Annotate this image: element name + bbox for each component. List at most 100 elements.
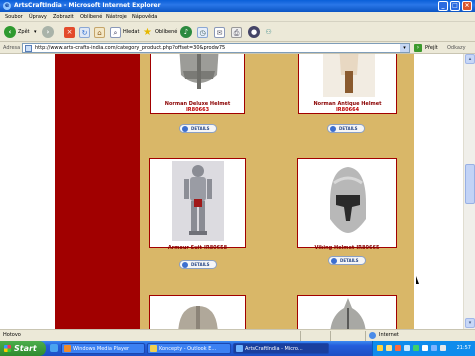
tray-icon[interactable]: [413, 345, 419, 351]
tray-icon[interactable]: [422, 345, 428, 351]
product-code: IR80663: [185, 107, 210, 113]
tray-icon[interactable]: [377, 345, 383, 351]
discuss-button[interactable]: ⚇: [263, 25, 274, 39]
print-icon: ⎙: [231, 26, 242, 38]
back-arrow-icon: ‹: [4, 26, 16, 38]
back-label: Zpět: [18, 29, 30, 35]
maximize-button[interactable]: □: [450, 1, 460, 11]
address-bar: Adresa http://www.arts-crafts-india.com/…: [0, 42, 475, 54]
scroll-up-icon[interactable]: ▴: [465, 54, 475, 64]
address-input[interactable]: http://www.arts-crafts-india.com/categor…: [22, 43, 410, 53]
tray-icon[interactable]: [386, 345, 392, 351]
mail-icon: ✉: [214, 26, 225, 38]
forward-arrow-icon: ›: [42, 26, 54, 38]
taskbar-item-artscraftindia[interactable]: ArtsCraftIndia - Micro...: [233, 343, 329, 354]
page-icon: [25, 45, 32, 52]
forward-button[interactable]: ›: [42, 25, 54, 39]
ie-icon: [236, 345, 243, 352]
history-icon: ◷: [197, 26, 208, 38]
status-divider: [330, 331, 331, 341]
go-arrow-icon[interactable]: ›: [414, 44, 422, 52]
menu-item-help[interactable]: Nápověda: [132, 14, 157, 20]
page-content: Norman Deluxe Helmet IR80663 DETAILS Nor…: [0, 54, 463, 329]
product-code: IR80664: [335, 107, 360, 113]
print-button[interactable]: ⎙: [231, 25, 242, 39]
product-card[interactable]: Norman Deluxe Helmet IR80663: [150, 54, 245, 114]
taskbar-item-outlook[interactable]: Koncepty - Outlook E...: [147, 343, 231, 354]
details-button[interactable]: DETAILS: [179, 124, 217, 133]
product-name[interactable]: Viking Helmet-IR80665: [298, 245, 396, 251]
close-button[interactable]: ×: [462, 1, 472, 11]
mouse-cursor-icon: [416, 276, 419, 284]
scrollbar-thumb[interactable]: [465, 164, 475, 204]
standard-toolbar: ‹ Zpět ▾ › × ↻ ⌂ ⌕ Hledat ★ Oblíbené ♪ ◷…: [0, 22, 475, 42]
product-card[interactable]: Norman Antique Helmet IR80664: [298, 54, 397, 114]
search-icon: ⌕: [110, 26, 121, 38]
details-icon: [330, 126, 336, 132]
details-button[interactable]: DETAILS: [327, 124, 365, 133]
stop-button[interactable]: ×: [64, 25, 75, 39]
title-bar[interactable]: e ArtsCraftIndia - Microsoft Internet Ex…: [0, 0, 475, 12]
clock[interactable]: 21:57: [457, 345, 471, 351]
helmet-image: [330, 298, 366, 329]
menu-item-favorites[interactable]: Oblíbené: [80, 14, 102, 20]
network-icon[interactable]: [440, 345, 446, 351]
details-icon: [331, 258, 337, 264]
messenger-button[interactable]: ●: [248, 25, 260, 39]
helmet-image: [178, 306, 218, 329]
details-label: DETAILS: [191, 262, 210, 267]
quick-launch-ie-icon[interactable]: [50, 344, 58, 352]
back-dropdown[interactable]: ▾: [32, 25, 37, 39]
menu-item-file[interactable]: Soubor: [5, 14, 23, 20]
search-label: Hledat: [123, 29, 140, 35]
media-button[interactable]: ♪: [180, 25, 192, 39]
mail-button[interactable]: ✉: [214, 25, 225, 39]
menu-item-edit[interactable]: Úpravy: [29, 14, 47, 20]
taskbar: Start Windows Media Player Koncepty - Ou…: [0, 341, 475, 356]
scroll-down-icon[interactable]: ▾: [465, 318, 475, 328]
address-dropdown-icon[interactable]: ▾: [400, 44, 409, 52]
product-card[interactable]: [149, 295, 246, 329]
task-label: Koncepty - Outlook E...: [159, 346, 217, 352]
start-button[interactable]: Start: [0, 341, 46, 356]
taskbar-item-media-player[interactable]: Windows Media Player: [61, 343, 145, 354]
task-label: ArtsCraftIndia - Micro...: [245, 346, 303, 352]
search-button[interactable]: ⌕ Hledat: [110, 25, 139, 39]
history-button[interactable]: ◷: [197, 25, 208, 39]
tray-icon[interactable]: [404, 345, 410, 351]
volume-icon[interactable]: [431, 345, 437, 351]
favorites-label: Oblíbené: [155, 29, 178, 35]
tray-icon[interactable]: [395, 345, 401, 351]
product-card[interactable]: Viking Helmet-IR80665: [297, 158, 397, 251]
menu-item-view[interactable]: Zobrazit: [53, 14, 74, 20]
status-bar: Hotovo Internet: [0, 329, 475, 341]
product-name[interactable]: Armour Suit-IR80658: [150, 245, 245, 251]
refresh-button[interactable]: ↻: [79, 25, 90, 39]
status-divider: [300, 331, 301, 341]
discuss-icon: ⚇: [265, 27, 272, 36]
details-label: DETAILS: [340, 258, 359, 263]
armour-image: [172, 161, 224, 241]
links-label[interactable]: Odkazy: [447, 45, 466, 51]
home-button[interactable]: ⌂: [94, 25, 105, 39]
product-card[interactable]: Armour Suit-IR80658: [149, 158, 246, 251]
media-icon: ♪: [180, 26, 192, 38]
details-label: DETAILS: [339, 126, 358, 131]
ie-logo-icon: e: [3, 2, 11, 10]
minimize-button[interactable]: _: [438, 1, 448, 11]
menu-item-tools[interactable]: Nástroje: [106, 14, 127, 20]
product-card[interactable]: [297, 295, 397, 329]
details-button[interactable]: DETAILS: [179, 260, 217, 269]
browser-window: e ArtsCraftIndia - Microsoft Internet Ex…: [0, 0, 475, 341]
vertical-scrollbar[interactable]: ▴ ▾: [463, 54, 475, 329]
details-button[interactable]: DETAILS: [328, 256, 366, 265]
helmet-image: [323, 54, 375, 97]
favorites-button[interactable]: ★ Oblíbené: [142, 25, 177, 39]
go-button[interactable]: Přejít: [425, 45, 438, 51]
messenger-icon: ●: [248, 26, 260, 38]
security-zone: Internet: [379, 332, 399, 338]
dropdown-arrow-icon: ▾: [34, 29, 37, 35]
helmet-image: [179, 54, 219, 89]
back-button[interactable]: ‹ Zpět: [4, 25, 30, 39]
outlook-icon: [150, 345, 157, 352]
